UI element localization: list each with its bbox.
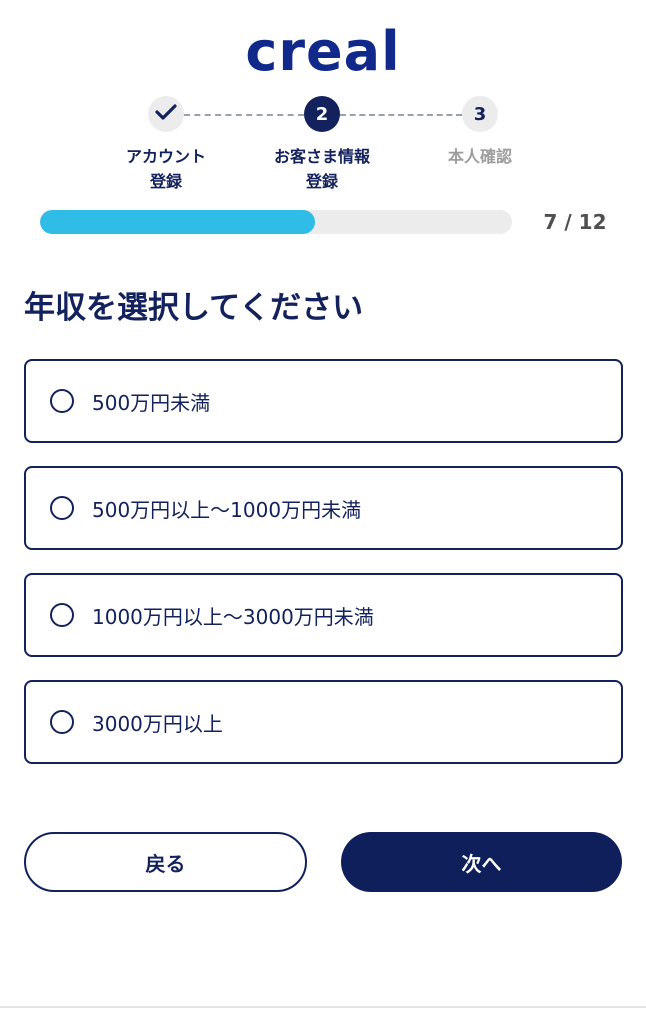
step-3-label-line1: 本人確認 — [447, 147, 512, 166]
radio-circle-icon[interactable] — [50, 389, 74, 413]
progress-bar — [40, 210, 512, 234]
step-2-label: お客さま情報 登録 — [242, 144, 402, 194]
step-connector-2-3 — [340, 114, 462, 116]
bottom-divider — [0, 1006, 646, 1008]
step-2-number: 2 — [315, 103, 329, 125]
check-icon — [155, 103, 177, 126]
option-under-500[interactable]: 500万円未満 — [24, 359, 623, 443]
next-button[interactable]: 次へ — [341, 832, 622, 892]
step-2-label-line2: 登録 — [305, 172, 338, 191]
option-label: 500万円以上〜1000万円未満 — [92, 497, 362, 522]
step-3-label: 本人確認 — [400, 144, 560, 169]
progress-count: 7 / 12 — [543, 210, 607, 234]
option-label: 1000万円以上〜3000万円未満 — [92, 604, 374, 629]
step-1-label-line1: アカウント — [125, 147, 206, 166]
option-500-to-1000[interactable]: 500万円以上〜1000万円未満 — [24, 466, 623, 550]
option-label: 3000万円以上 — [92, 711, 223, 736]
step-3-number: 3 — [473, 103, 487, 125]
option-label: 500万円未満 — [92, 390, 211, 415]
step-1-circle — [148, 96, 184, 132]
option-1000-to-3000[interactable]: 1000万円以上〜3000万円未満 — [24, 573, 623, 657]
step-1-label: アカウント 登録 — [86, 144, 246, 194]
step-1-label-line2: 登録 — [149, 172, 182, 191]
question-title: 年収を選択してください — [24, 290, 364, 326]
radio-circle-icon[interactable] — [50, 496, 74, 520]
back-button[interactable]: 戻る — [24, 832, 307, 892]
radio-circle-icon[interactable] — [50, 710, 74, 734]
step-3-circle: 3 — [462, 96, 498, 132]
step-2-circle: 2 — [304, 96, 340, 132]
creal-logo: creal — [245, 20, 401, 83]
step-connector-1-2 — [184, 114, 304, 116]
step-2-label-line1: お客さま情報 — [273, 147, 370, 166]
progress-bar-fill — [40, 210, 316, 234]
income-options: 500万円未満 500万円以上〜1000万円未満 1000万円以上〜3000万円… — [24, 359, 623, 787]
step-indicator: 2 3 アカウント 登録 お客さま情報 登録 本人確認 — [0, 96, 646, 196]
radio-circle-icon[interactable] — [50, 603, 74, 627]
option-over-3000[interactable]: 3000万円以上 — [24, 680, 623, 764]
